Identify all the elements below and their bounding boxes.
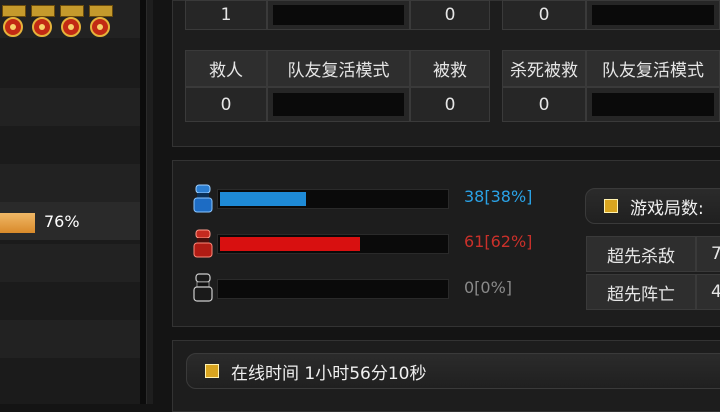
list-row — [0, 50, 140, 88]
gray-soldier-icon — [193, 273, 213, 302]
header-cell: 被救 — [410, 50, 490, 87]
list-row — [0, 244, 140, 282]
online-time-label: 在线时间 1小时56分10秒 — [231, 363, 427, 384]
blue-soldier-icon — [193, 184, 213, 213]
left-list-panel — [0, 0, 140, 404]
bullet-icon — [604, 199, 618, 213]
side-row-label: 超先阵亡 — [586, 274, 696, 310]
stat-cell-empty — [267, 87, 410, 122]
medal-icon — [29, 5, 55, 43]
team-bar-red-fill — [220, 237, 360, 251]
team-bar-red — [217, 234, 449, 254]
progress-bar — [0, 213, 35, 233]
scrollbar[interactable] — [146, 0, 153, 404]
stat-cell: 0 — [410, 0, 490, 30]
team-bar-blue — [217, 189, 449, 209]
red-soldier-icon — [193, 229, 213, 258]
team-gray-count: 0[0%] — [464, 278, 513, 297]
header-cell: 队友复活模式 — [267, 50, 410, 87]
game-rounds-label: 游戏局数: — [630, 198, 704, 219]
stat-cell-empty — [586, 0, 720, 30]
list-row — [0, 320, 140, 358]
team-blue-count: 38[38%] — [464, 187, 533, 206]
stat-cell: 0 — [185, 87, 267, 122]
bullet-icon — [205, 364, 219, 378]
list-row — [0, 88, 140, 126]
stat-cell: 0 — [502, 0, 586, 30]
stat-cell: 0 — [410, 87, 490, 122]
header-cell: 救人 — [185, 50, 267, 87]
medal-icon — [87, 5, 113, 43]
stat-cell-empty — [267, 0, 410, 30]
online-time-header: 在线时间 1小时56分10秒 — [186, 353, 720, 389]
header-cell: 队友复活模式 — [586, 50, 720, 87]
team-bar-gray — [217, 279, 449, 299]
game-rounds-header: 游戏局数: — [585, 188, 720, 224]
side-row-label: 超先杀敌 — [586, 236, 696, 272]
stat-cell: 1 — [185, 0, 267, 30]
stat-cell-empty — [586, 87, 720, 122]
list-row — [0, 164, 140, 202]
list-row — [0, 282, 140, 320]
stat-cell: 0 — [502, 87, 586, 122]
progress-percent: 76% — [44, 212, 80, 231]
list-row — [0, 126, 140, 164]
team-red-count: 61[62%] — [464, 232, 533, 251]
header-cell: 杀死被救 — [502, 50, 586, 87]
list-row — [0, 358, 140, 396]
medal-icon — [58, 5, 84, 43]
team-bar-blue-fill — [220, 192, 306, 206]
rank-medals — [0, 5, 113, 45]
medal-icon — [0, 5, 26, 43]
side-row-value: 4 — [696, 274, 720, 310]
side-row-value: 7 — [696, 236, 720, 272]
